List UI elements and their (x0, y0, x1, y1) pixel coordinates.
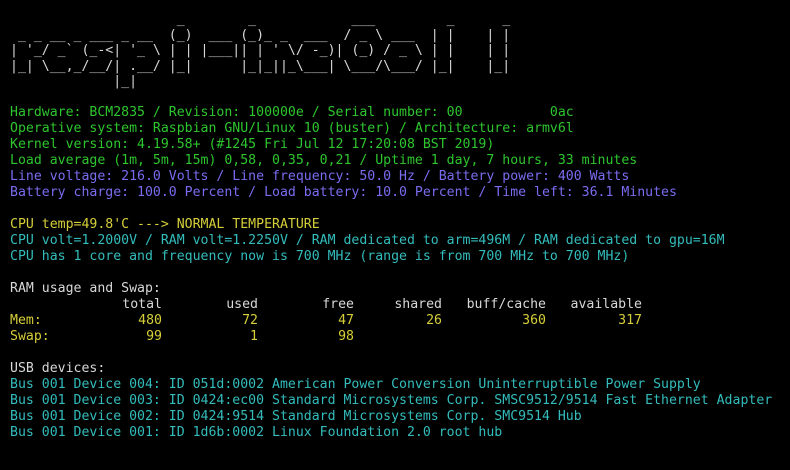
memory-cell: 1 (250, 329, 258, 344)
hardware-line: Hardware: BCM2835 / Revision: 100000e / … (10, 105, 574, 120)
memory-cell: 99 (146, 329, 162, 344)
memory-cell: 317 (618, 313, 642, 328)
memory-header-row: total used free shared buff/cache availa… (10, 297, 785, 313)
memory-swap-row: Swap: 99 1 98 (10, 329, 785, 345)
banner-line: |_| \__,_/__/| .__/ |_| |_|_||_\___| \__… (10, 58, 511, 74)
terminal-output: _ _ ___ _ _ _ _ __ _ ___ _ __ (_) ___ (_… (10, 6, 785, 441)
memory-header-cell: free (322, 297, 354, 312)
usb-device-line: Bus 001 Device 004: ID 051d:0002 America… (10, 377, 701, 392)
memory-cell: Swap: (10, 329, 50, 344)
power-line: Line voltage: 216.0 Volts / Line frequen… (10, 169, 630, 184)
memory-header-cell: buff/cache (466, 297, 546, 312)
battery-line: Battery charge: 100.0 Percent / Load bat… (10, 185, 677, 200)
memory-header-cell (10, 297, 106, 313)
usb-device-line: Bus 001 Device 003: ID 0424:ec00 Standar… (10, 393, 773, 408)
memory-cell (442, 329, 546, 345)
memory-cell: Mem: (10, 313, 42, 328)
memory-cell: 480 (138, 313, 162, 328)
memory-cell: 26 (426, 313, 442, 328)
cpu-volt-line: CPU volt=1.2000V / RAM volt=1.2250V / RA… (10, 233, 725, 248)
usb-device-line: Bus 001 Device 002: ID 0424:9514 Standar… (10, 409, 582, 424)
memory-header-cell: shared (394, 297, 442, 312)
banner-line: |_| (10, 74, 138, 89)
memory-header-cell: available (570, 297, 642, 312)
usb-title: USB devices: (10, 361, 106, 376)
memory-cell: 98 (338, 329, 354, 344)
memory-mem-row: Mem: 480 72 47 26 360 317 (10, 313, 785, 329)
memory-header-cell: used (226, 297, 258, 312)
memory-cell (354, 329, 442, 345)
load-line: Load average (1m, 5m, 15m) 0,58, 0,35, 0… (10, 153, 638, 168)
banner-line: | '_/ _` (_-<| '_ \ | | |___|| | ' \/ -_… (10, 43, 511, 58)
memory-header-cell: total (122, 297, 162, 312)
memory-cell (546, 329, 642, 345)
cpu-freq-line: CPU has 1 core and frequency now is 700 … (10, 249, 630, 264)
kernel-line: Kernel version: 4.19.58+ (#1245 Fri Jul … (10, 137, 495, 152)
ascii-banner: _ _ ___ _ _ _ _ __ _ ___ _ __ (_) ___ (_… (10, 12, 785, 105)
memory-cell: 72 (242, 313, 258, 328)
usb-device-line: Bus 001 Device 001: ID 1d6b:0002 Linux F… (10, 425, 503, 440)
ram-title: RAM usage and Swap: (10, 281, 161, 296)
memory-cell: 360 (522, 313, 546, 328)
memory-cell: 47 (338, 313, 354, 328)
banner-line: _ _ ___ _ _ (10, 12, 511, 27)
os-line: Operative system: Raspbian GNU/Linux 10 … (10, 121, 574, 136)
banner-line: _ _ __ _ ___ _ __ (_) ___ (_)_ _ ___ / _… (10, 27, 511, 43)
cpu-temp-line: CPU temp=49.8'C ---> NORMAL TEMPERATURE (10, 217, 320, 232)
